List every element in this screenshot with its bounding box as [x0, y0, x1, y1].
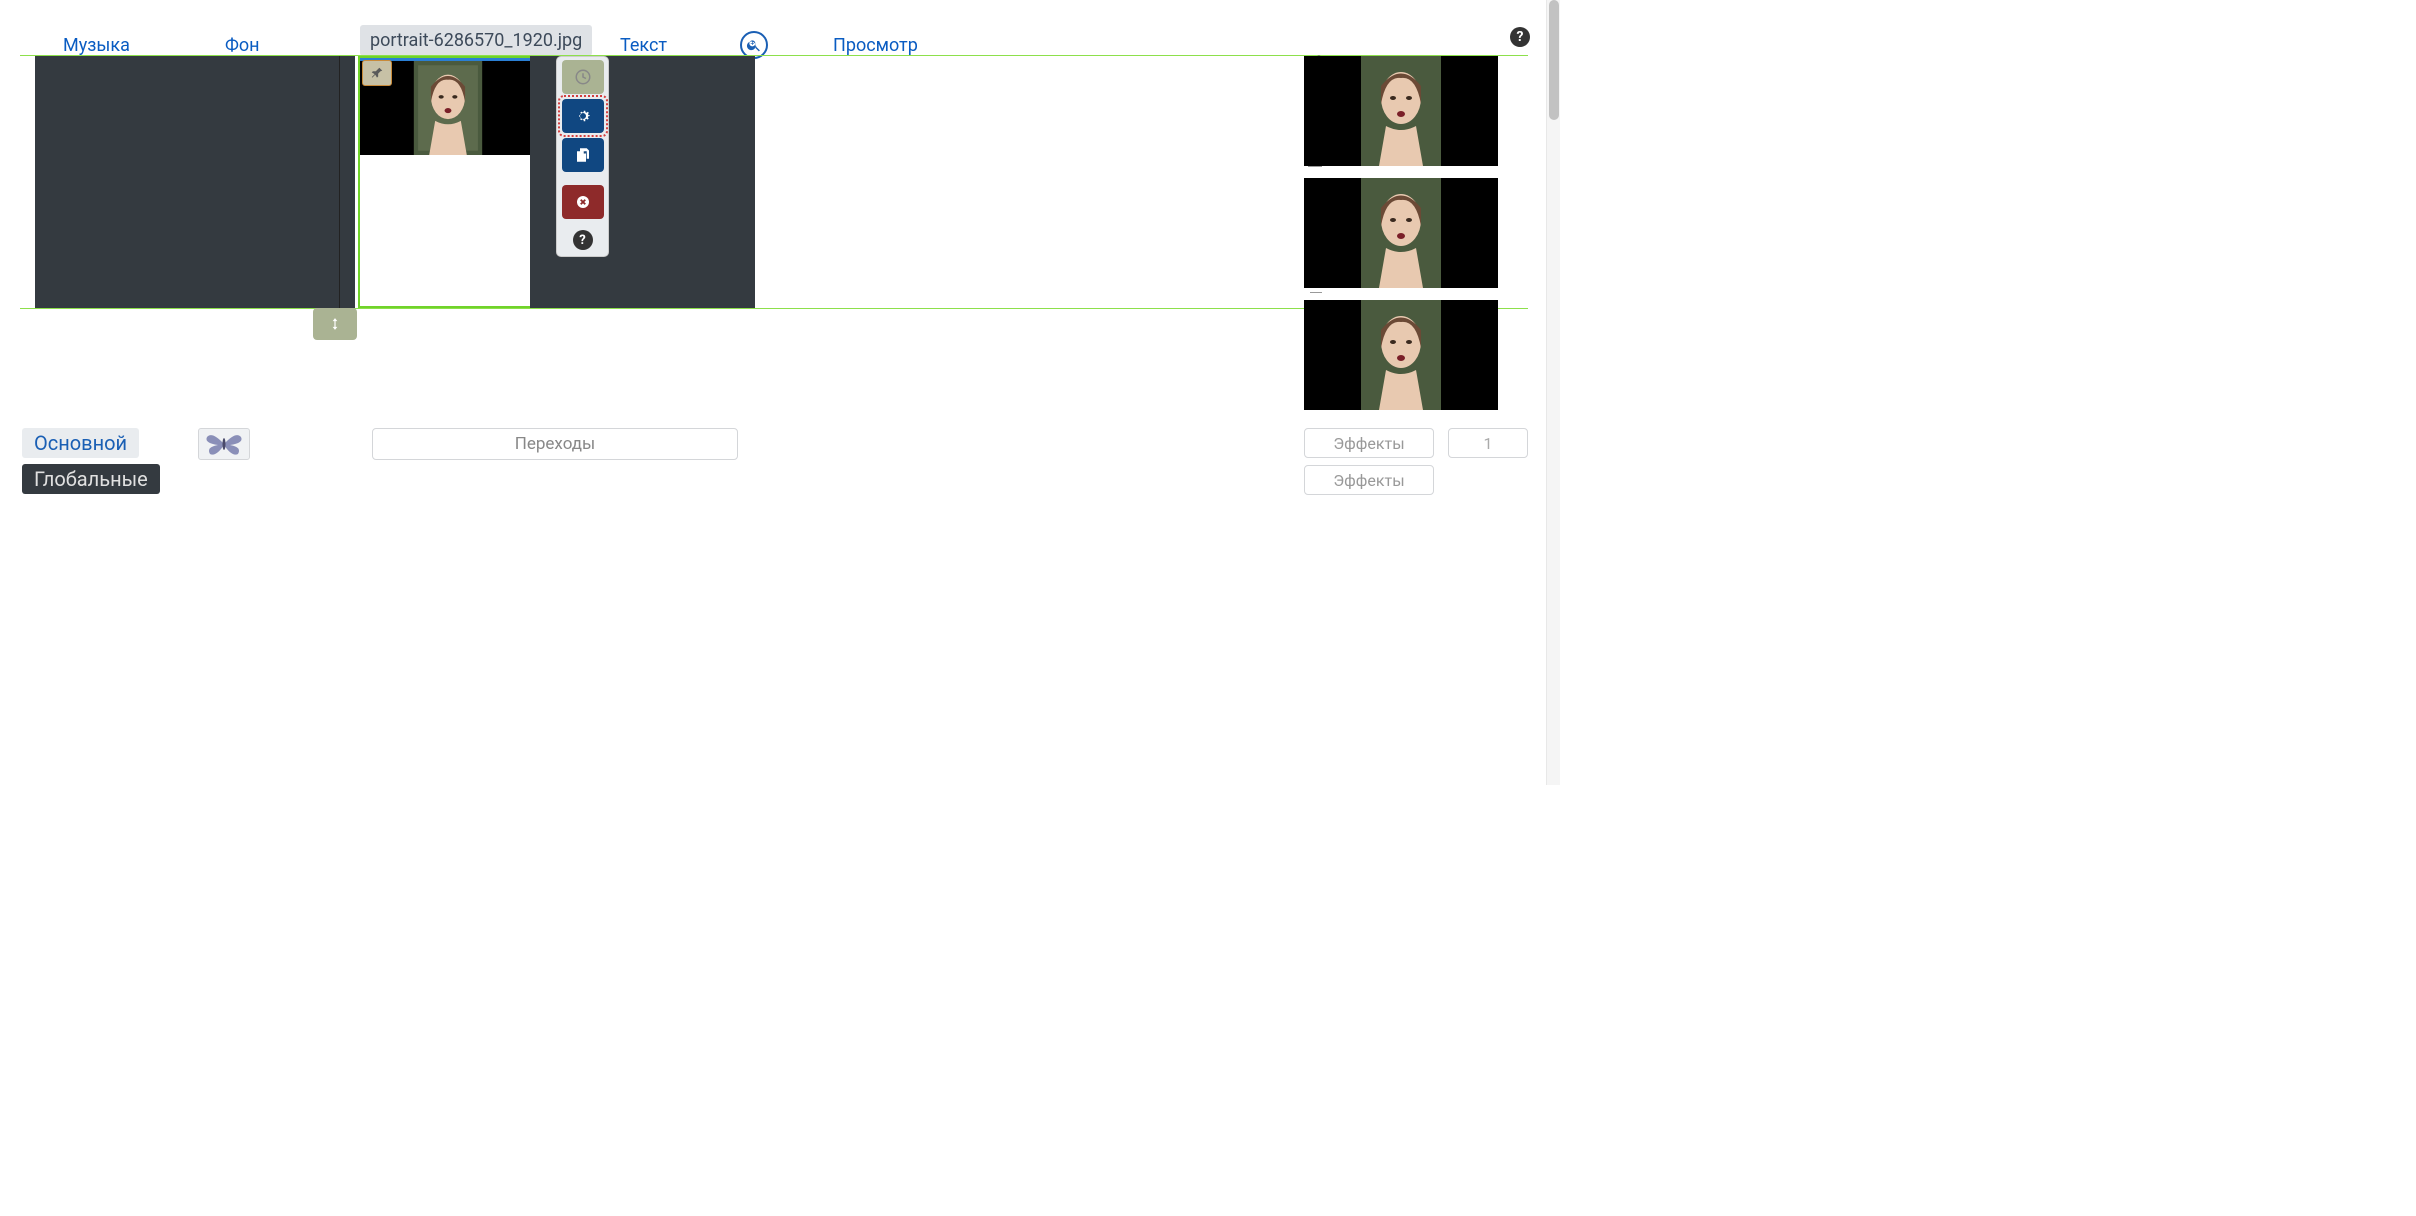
mode-global-button[interactable]: Глобальные	[22, 464, 160, 494]
preview-column	[1304, 56, 1498, 410]
bottom-controls: Основной Глобальные Переходы Эффекты Эфф…	[22, 428, 1528, 494]
effects-count[interactable]: 1	[1448, 428, 1528, 458]
preview-image	[1351, 178, 1451, 288]
gear-icon	[574, 107, 592, 125]
tab-background[interactable]: Фон	[225, 35, 260, 56]
preview-thumbnail[interactable]	[1304, 56, 1498, 166]
zoom-in-icon	[746, 37, 762, 53]
clock-icon	[574, 68, 592, 86]
mode-main-button[interactable]: Основной	[22, 428, 139, 458]
resize-vertical-icon	[328, 315, 342, 333]
help-button-top[interactable]: ?	[1510, 27, 1530, 47]
copy-icon	[574, 146, 592, 164]
tab-text[interactable]: Текст	[620, 35, 667, 56]
tab-music[interactable]: Музыка	[63, 35, 130, 56]
pin-icon	[370, 66, 384, 80]
tab-preview[interactable]: Просмотр	[833, 35, 918, 56]
preview-thumbnail[interactable]	[1304, 300, 1498, 410]
preview-thumbnail[interactable]	[1304, 178, 1498, 288]
timing-button[interactable]	[562, 60, 604, 94]
timeline-panel-left[interactable]	[35, 56, 340, 308]
resize-handle[interactable]	[313, 308, 357, 340]
vertical-scrollbar[interactable]	[1546, 0, 1560, 785]
effects-button-2[interactable]: Эффекты	[1304, 465, 1434, 495]
scrollbar-thumb[interactable]	[1549, 0, 1559, 120]
timeline-area: ? 0 1 2 3 4 5	[20, 55, 1528, 309]
toolbar-help-button[interactable]: ?	[573, 230, 593, 250]
butterfly-preset-button[interactable]	[198, 428, 250, 460]
preview-image	[1351, 300, 1451, 410]
delete-button[interactable]	[562, 185, 604, 219]
preview-image	[1351, 56, 1451, 166]
timeline-panel-left-margin	[340, 56, 355, 308]
pin-button[interactable]	[362, 60, 392, 86]
file-name-label: portrait-6286570_1920.jpg	[360, 25, 592, 56]
slide-toolbar: ?	[556, 56, 609, 257]
copy-button[interactable]	[562, 138, 604, 172]
butterfly-icon	[204, 431, 244, 457]
effects-button-1[interactable]: Эффекты	[1304, 428, 1434, 458]
portrait-thumbnail-image	[408, 61, 488, 155]
transitions-button[interactable]: Переходы	[372, 428, 738, 460]
close-circle-icon	[574, 193, 592, 211]
settings-button[interactable]	[562, 99, 604, 133]
